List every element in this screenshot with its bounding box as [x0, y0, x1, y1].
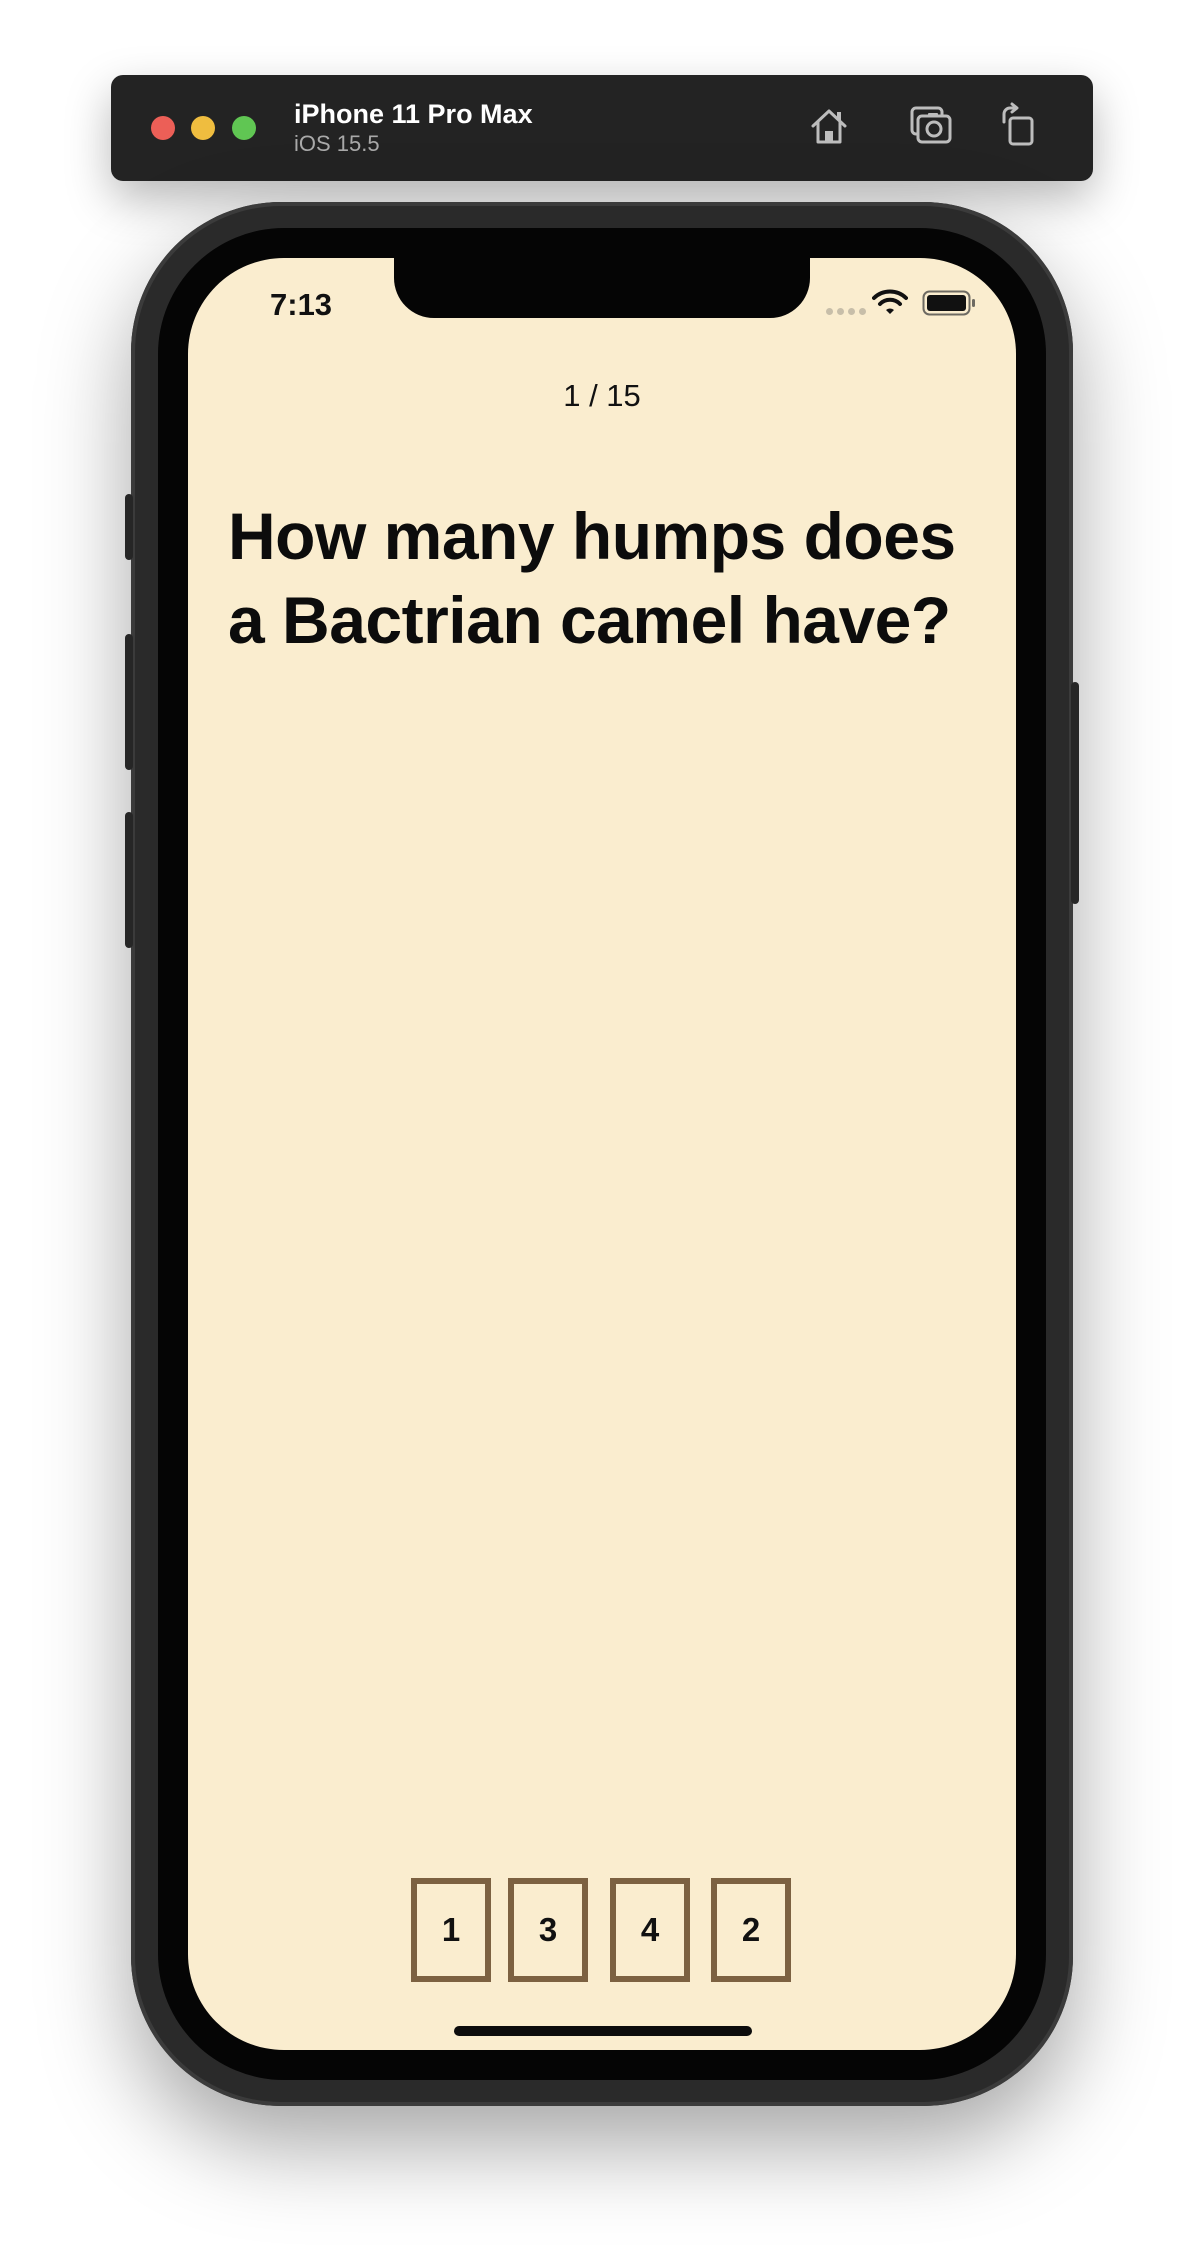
answer-button[interactable]: 1 — [411, 1878, 491, 1982]
volume-up-button — [125, 634, 133, 770]
volume-down-button — [125, 812, 133, 948]
answer-button[interactable]: 4 — [610, 1878, 690, 1982]
rotate-button[interactable] — [996, 102, 1044, 150]
power-button — [1071, 682, 1079, 904]
answer-button[interactable]: 2 — [711, 1878, 791, 1982]
wifi-icon — [872, 289, 908, 314]
question-counter: 1 / 15 — [563, 378, 641, 413]
status-time: 7:13 — [270, 287, 333, 322]
rotate-icon — [1002, 102, 1034, 146]
screenshot-icon — [910, 106, 952, 144]
device-name: iPhone 11 Pro Max — [294, 99, 533, 129]
zoom-window-button[interactable] — [232, 116, 256, 140]
home-indicator[interactable] — [454, 2026, 752, 2036]
screenshot-button[interactable] — [906, 102, 954, 150]
notch — [394, 258, 810, 318]
cellular-icon — [826, 308, 866, 315]
mute-switch — [125, 494, 133, 560]
close-window-button[interactable] — [151, 116, 175, 140]
home-icon — [811, 109, 847, 144]
home-button[interactable] — [805, 102, 853, 150]
app-screen: 7:13 1 / 15 How many humps does a Bactri… — [188, 258, 1016, 2050]
battery-icon — [922, 290, 975, 316]
simulator-window: iPhone 11 Pro Max iOS 15.5 7:13 1 / 15 H… — [0, 0, 1204, 2256]
question-text: How many humps does a Bactrian camel hav… — [228, 499, 956, 657]
minimize-window-button[interactable] — [191, 116, 215, 140]
device-os-version: iOS 15.5 — [294, 131, 380, 156]
answer-button[interactable]: 3 — [508, 1878, 588, 1982]
